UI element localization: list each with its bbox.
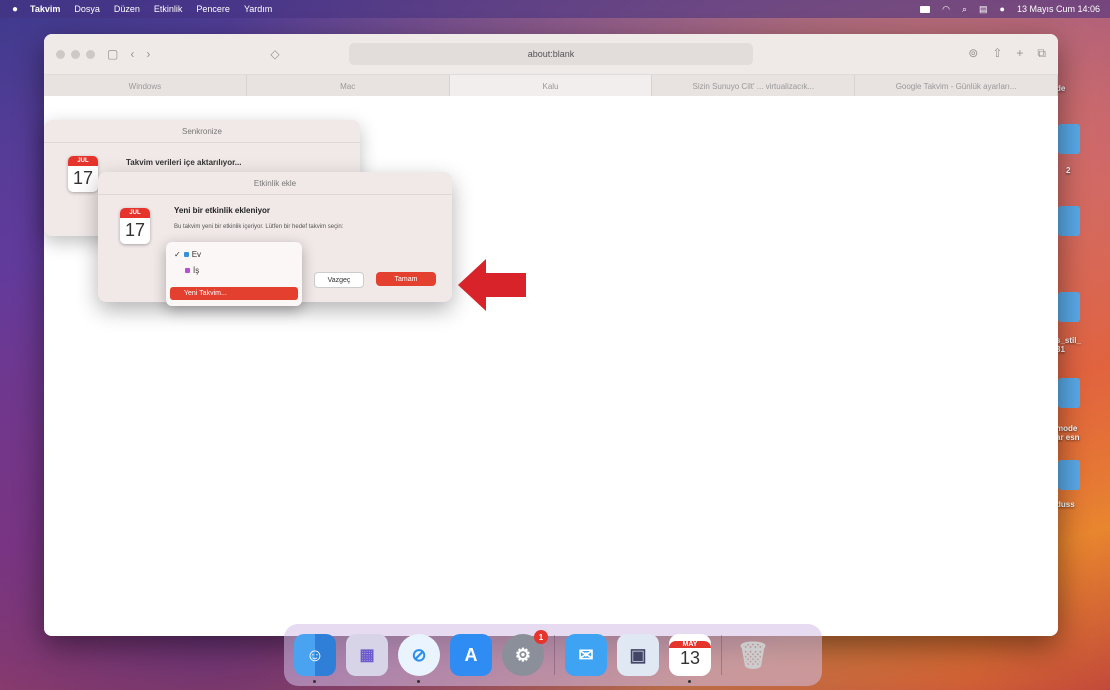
- calendar-app-icon: JUL 17: [68, 156, 98, 192]
- running-indicator: [688, 680, 691, 683]
- spotlight-icon[interactable]: ⌕: [962, 4, 967, 15]
- dock-separator: [554, 635, 555, 675]
- safari-icon[interactable]: ⊘: [398, 634, 440, 683]
- forward-icon[interactable]: ›: [146, 47, 150, 61]
- calendar-icon[interactable]: MAY 13: [669, 634, 711, 683]
- desktop-folder-icon[interactable]: [1058, 460, 1080, 490]
- tab-bar: Windows Mac Kalu Sizin Sunuyo Cilt' ... …: [44, 74, 1058, 98]
- tab-active[interactable]: Kalu: [449, 75, 653, 97]
- menu-item-label: Ev: [191, 250, 202, 259]
- import-message: Takvim verileri içe aktarılıyor...: [126, 158, 242, 167]
- menu-window[interactable]: Pencere: [196, 4, 230, 14]
- desktop-item-label[interactable]: s_stil_ 31: [1056, 336, 1081, 354]
- tab-virtualization[interactable]: Sizin Sunuyo Cilt' ... virtualizacık...: [652, 75, 856, 97]
- window-controls: [56, 49, 95, 59]
- ok-button[interactable]: Tamam: [376, 272, 436, 286]
- running-indicator: [313, 680, 316, 683]
- calendar-color-swatch: [183, 252, 189, 257]
- calendar-day: 17: [72, 168, 94, 188]
- cancel-button[interactable]: Vazgeç: [314, 272, 364, 288]
- launchpad-icon[interactable]: ▦: [346, 634, 388, 676]
- trash-icon[interactable]: 🗑: [732, 634, 774, 676]
- share-icon[interactable]: ⇧: [992, 46, 1002, 61]
- calendar-month: JUL: [68, 156, 98, 166]
- control-center-icon[interactable]: ▤: [979, 4, 988, 15]
- menu-datetime[interactable]: 13 Mayıs Cum 14:06: [1017, 4, 1100, 14]
- menu-event[interactable]: Etkinlik: [154, 4, 183, 14]
- notification-badge: 1: [534, 630, 548, 644]
- menu-item-is[interactable]: İş: [185, 266, 199, 275]
- siri-icon[interactable]: ●: [1000, 4, 1005, 14]
- desktop-item-label[interactable]: mode ar esn: [1056, 424, 1080, 442]
- tab-windows[interactable]: Windows: [44, 75, 247, 97]
- menu-help[interactable]: Yardım: [244, 4, 272, 14]
- tab-overview-icon[interactable]: ⧉: [1037, 46, 1046, 61]
- finder-icon[interactable]: ☺: [294, 634, 336, 683]
- close-button[interactable]: [56, 49, 65, 59]
- mail-icon[interactable]: ✉: [565, 634, 607, 676]
- apple-menu-icon[interactable]: ●: [0, 4, 30, 15]
- battery-icon[interactable]: [920, 5, 931, 13]
- calendar-day: 13: [679, 648, 701, 668]
- menu-edit[interactable]: Düzen: [114, 4, 140, 14]
- desktop-folder-icon[interactable]: [1058, 206, 1080, 236]
- minimize-button[interactable]: [71, 49, 80, 59]
- calendar-day: 17: [124, 220, 146, 240]
- calendar-select-menu: ✓ Ev İş Yeni Takvim...: [166, 242, 302, 306]
- checkmark-icon: ✓: [174, 250, 181, 259]
- calendar-month: MAY: [669, 641, 711, 648]
- dock: ☺ ▦ ⊘ A ⚙ 1 ✉ ▣ MAY 13 🗑: [284, 624, 822, 686]
- wifi-icon[interactable]: ◠: [942, 4, 950, 15]
- address-bar[interactable]: about:blank: [349, 43, 753, 65]
- desktop-item-label[interactable]: duss: [1056, 500, 1075, 509]
- menu-app-calendar[interactable]: Takvim: [30, 4, 60, 14]
- app-store-icon[interactable]: A: [450, 634, 492, 676]
- new-tab-icon[interactable]: +: [1016, 46, 1023, 61]
- dialog-heading: Yeni bir etkinlik ekleniyor: [174, 206, 271, 215]
- dialog-title: Etkinlik ekle: [98, 172, 452, 195]
- red-arrow-icon: [458, 259, 526, 311]
- safari-toolbar: ▢ ‹ › ◇ about:blank ⊚ ⇧ + ⧉: [44, 34, 1058, 74]
- calendar-app-icon: JUL 17: [120, 208, 150, 244]
- calendar-color-swatch: [185, 268, 190, 273]
- menu-item-ev[interactable]: ✓ Ev: [174, 250, 201, 259]
- menu-bar: ● Takvim Dosya Düzen Etkinlik Pencere Ya…: [0, 0, 1110, 18]
- download-icon[interactable]: ⊚: [968, 46, 978, 61]
- dialog-title: Senkronize: [44, 120, 360, 143]
- tab-google-calendar[interactable]: Google Takvim - Günlük ayarları...: [855, 75, 1058, 97]
- menu-item-label: İş: [193, 266, 200, 275]
- back-icon[interactable]: ‹: [130, 47, 134, 61]
- zoom-button[interactable]: [86, 49, 95, 59]
- system-preferences-icon[interactable]: ⚙ 1: [502, 630, 548, 676]
- sidebar-icon[interactable]: ▢: [107, 47, 118, 61]
- dock-separator: [721, 635, 722, 675]
- tab-mac[interactable]: Mac: [247, 75, 450, 97]
- running-indicator: [417, 680, 420, 683]
- desktop-item-label[interactable]: 2: [1066, 166, 1070, 175]
- desktop-folder-icon[interactable]: [1058, 124, 1080, 154]
- desktop-folder-icon[interactable]: [1058, 378, 1080, 408]
- dialog-description: Bu takvim yeni bir etkinlik içeriyor. Lü…: [174, 224, 344, 230]
- calendar-month: JUL: [120, 208, 150, 218]
- preview-icon[interactable]: ▣: [617, 634, 659, 676]
- shield-icon[interactable]: ◇: [270, 47, 279, 61]
- desktop-folder-icon[interactable]: [1058, 292, 1080, 322]
- menu-item-new-calendar[interactable]: Yeni Takvim...: [170, 287, 298, 300]
- menu-file[interactable]: Dosya: [74, 4, 100, 14]
